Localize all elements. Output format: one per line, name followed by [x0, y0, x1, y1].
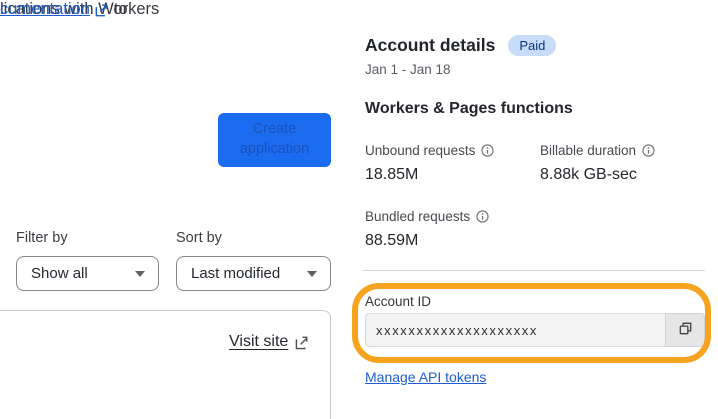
project-card — [0, 310, 331, 419]
metric-value-unbound-requests: 18.85M — [365, 166, 419, 183]
external-link-icon — [295, 335, 309, 350]
documentation-link[interactable]: cumentation — [0, 0, 90, 19]
sort-dropdown-value: Last modified — [191, 265, 281, 282]
intro-text-line2: cumentation to — [0, 0, 128, 19]
account-id-field-group — [365, 313, 705, 347]
account-id-input[interactable] — [365, 313, 665, 347]
filter-by-label: Filter by — [16, 230, 68, 246]
sort-by-label: Sort by — [176, 230, 222, 246]
metric-value-bundled-requests: 88.59M — [365, 232, 419, 249]
visit-site-link[interactable]: Visit site — [229, 333, 309, 351]
functions-section-title: Workers & Pages functions — [365, 100, 573, 117]
manage-api-tokens-link[interactable]: Manage API tokens — [365, 369, 486, 385]
account-details-title: Account details — [365, 35, 496, 55]
info-icon[interactable] — [642, 144, 655, 157]
info-icon[interactable] — [481, 144, 494, 157]
account-id-label: Account ID — [365, 294, 432, 309]
visit-site-label: Visit site — [229, 333, 289, 350]
chevron-down-icon — [135, 270, 145, 277]
filter-dropdown-value: Show all — [31, 265, 88, 282]
metric-label-billable-duration: Billable duration — [540, 143, 655, 158]
metric-label-text: Billable duration — [540, 143, 637, 158]
info-icon[interactable] — [476, 210, 489, 223]
date-range: Jan 1 - Jan 18 — [365, 62, 451, 77]
chevron-down-icon — [307, 270, 317, 277]
plan-badge: Paid — [508, 35, 557, 56]
filter-dropdown[interactable]: Show all — [16, 256, 159, 291]
metric-label-unbound-requests: Unbound requests — [365, 143, 494, 158]
external-link-icon — [95, 3, 109, 17]
sort-dropdown[interactable]: Last modified — [176, 256, 331, 291]
metric-value-billable-duration: 8.88k GB-sec — [540, 166, 637, 183]
intro-text-suffix: to — [113, 0, 128, 18]
metric-label-text: Unbound requests — [365, 143, 476, 158]
copy-icon — [677, 320, 694, 340]
account-details-header: Account details Paid — [365, 35, 557, 56]
metric-label-bundled-requests: Bundled requests — [365, 209, 489, 224]
metric-label-text: Bundled requests — [365, 209, 471, 224]
section-divider — [363, 270, 705, 271]
workers-pages-dashboard: lications with Workers cumentation to Cr… — [0, 0, 718, 419]
copy-account-id-button[interactable] — [665, 313, 705, 347]
create-application-button[interactable]: Create application — [218, 113, 331, 167]
